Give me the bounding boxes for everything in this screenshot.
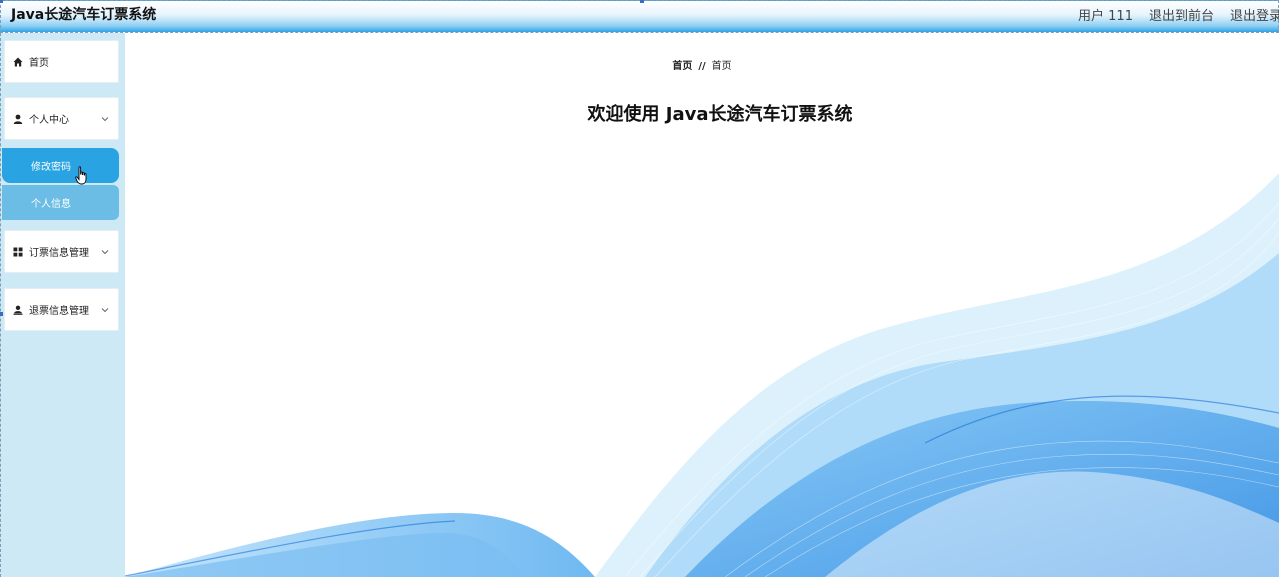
sidebar-menu: 首页 个人中心 修改密码 个人信息 订票信息管理 退票信息管理: [0, 33, 125, 577]
exit-to-frontend-link[interactable]: 退出到前台: [1149, 5, 1214, 24]
header-user-menu: 用户 111 退出到前台 退出登录: [1078, 5, 1279, 24]
welcome-heading: 欢迎使用 Java长途汽车订票系统: [587, 104, 853, 125]
sidebar-subitem-label: 修改密码: [31, 162, 71, 173]
breadcrumb-item-home[interactable]: 首页: [672, 61, 692, 72]
home-icon: [13, 57, 23, 67]
hand-cursor-icon: [75, 166, 87, 185]
chevron-down-icon: [101, 249, 109, 254]
sidebar-subitem-personal-info[interactable]: 个人信息: [2, 185, 119, 220]
sidebar-item-label: 首页: [29, 58, 49, 69]
current-user-label: 用户 111: [1078, 9, 1133, 24]
sidebar-item-label: 个人中心: [29, 115, 69, 126]
top-header-bar: Java长途汽车订票系统 用户 111 退出到前台 退出登录: [0, 0, 1279, 33]
chevron-down-icon: [101, 116, 109, 121]
selection-handle: [0, 312, 3, 316]
chevron-down-icon: [101, 307, 109, 312]
breadcrumb: 首页 // 首页: [125, 57, 1279, 72]
user-account-icon: [13, 305, 23, 315]
sidebar-item-refund-management[interactable]: 退票信息管理: [4, 288, 119, 331]
breadcrumb-separator: //: [698, 61, 706, 72]
sidebar-item-booking-management[interactable]: 订票信息管理: [4, 230, 119, 273]
main-content: 首页 // 首页 欢迎使用 Java长途汽车订票系统: [125, 33, 1279, 577]
sidebar-item-label: 退票信息管理: [29, 306, 89, 317]
user-icon: [13, 114, 23, 124]
grid-icon: [13, 247, 23, 257]
sidebar-item-label: 订票信息管理: [29, 248, 89, 259]
sidebar-item-personal-center[interactable]: 个人中心: [4, 97, 119, 140]
sidebar-item-home[interactable]: 首页: [4, 40, 119, 83]
selection-handle: [640, 0, 644, 3]
logout-link[interactable]: 退出登录: [1230, 5, 1279, 24]
breadcrumb-item-current: 首页: [711, 61, 732, 72]
sidebar-subitem-label: 个人信息: [31, 199, 71, 210]
sidebar-subitem-change-password[interactable]: 修改密码: [2, 148, 119, 183]
app-title: Java长途汽车订票系统: [11, 7, 157, 23]
selection-handle: [0, 0, 3, 3]
